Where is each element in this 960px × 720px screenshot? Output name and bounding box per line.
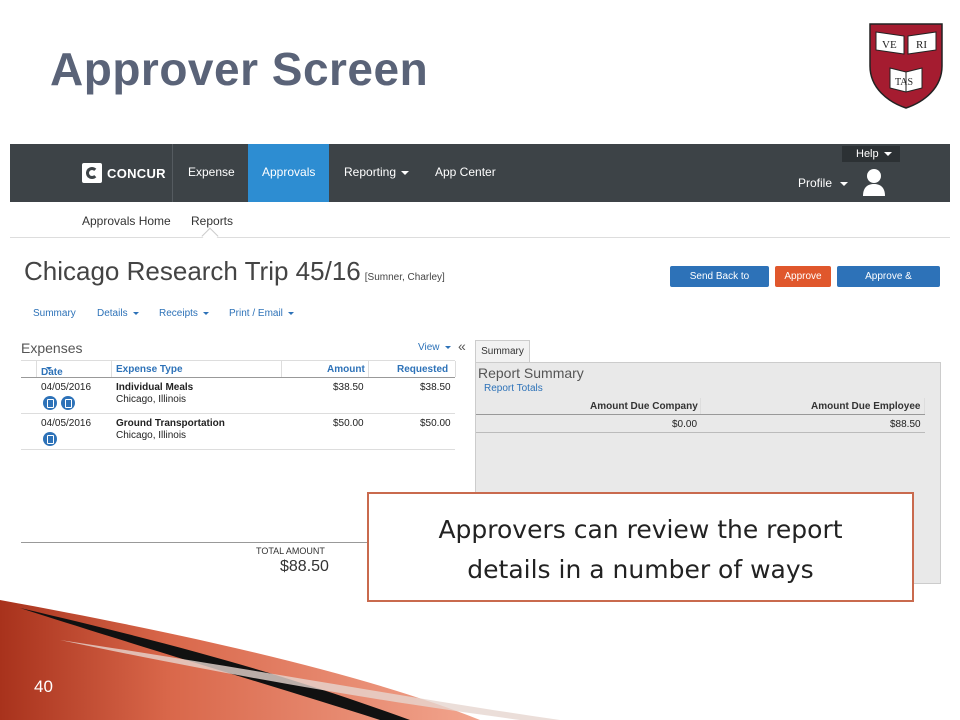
harvard-crest-icon: VE RI TAS [869, 23, 943, 109]
expense-requested: $38.50 [420, 382, 451, 393]
report-tabs: Summary Details Receipts Print / Email [10, 308, 470, 326]
nav-reporting-label: Reporting [344, 165, 397, 179]
tab-receipts[interactable]: Receipts [159, 308, 209, 319]
callout-line-1: Approvers can review the report [438, 515, 843, 544]
column-divider [368, 361, 369, 377]
nav-app-center[interactable]: App Center [421, 144, 510, 202]
approve-button[interactable]: Approve [775, 266, 831, 287]
chevron-down-icon [883, 152, 892, 157]
expense-date: 04/05/2016 [41, 382, 92, 393]
slide-title: Approver Screen [50, 43, 429, 95]
summary-header: Amount Due Company Amount Due Employee [476, 397, 925, 415]
subnav-approvals-home[interactable]: Approvals Home [82, 214, 171, 228]
chevron-down-icon [401, 170, 410, 175]
report-summary-title: Report Summary [478, 365, 584, 381]
tab-summary[interactable]: Summary [33, 308, 76, 319]
col-amount[interactable]: Amount [327, 364, 365, 375]
expense-amount: $38.50 [333, 382, 364, 393]
crest-text-ve: VE [882, 39, 897, 51]
expense-row[interactable]: 04/05/2016 Individual Meals Chicago, Ill… [21, 378, 455, 414]
crest-text-ri: RI [916, 39, 927, 51]
col-expense-type[interactable]: Expense Type [116, 364, 183, 375]
amount-due-employee: $88.50 [890, 419, 921, 430]
nav-approvals[interactable]: Approvals [248, 144, 330, 202]
expense-type: Ground Transportation [116, 418, 225, 429]
logo-text: CONCUR [107, 165, 166, 181]
slide: Approver Screen VE RI TAS CONCUR Expense… [0, 0, 960, 720]
callout-box: Approvers can review the report details … [367, 492, 914, 602]
amount-due-company: $0.00 [672, 419, 698, 430]
send-back-button[interactable]: Send Back to User [670, 266, 769, 303]
subnav-reports[interactable]: Reports [191, 214, 233, 228]
expense-row[interactable]: 04/05/2016 Ground Transportation Chicago… [21, 414, 455, 450]
total-amount-value: $88.50 [280, 558, 329, 575]
column-divider [36, 361, 37, 377]
profile-label: Profile [798, 176, 833, 190]
chevron-down-icon [444, 345, 451, 349]
total-amount-label: TOTAL AMOUNT [256, 546, 325, 556]
col-amount-due-company: Amount Due Company [590, 401, 698, 412]
expenses-title: Expenses [21, 340, 83, 356]
profile-menu[interactable]: Profile [798, 176, 849, 190]
view-label: View [418, 342, 440, 353]
column-divider [455, 361, 456, 377]
sort-down-icon [46, 367, 52, 370]
expense-location: Chicago, Illinois [116, 430, 187, 441]
collapse-panel-icon[interactable]: « [458, 338, 466, 354]
tab-details[interactable]: Details [97, 308, 139, 319]
col-requested[interactable]: Requested [397, 364, 448, 375]
nav-reporting[interactable]: Reporting [330, 144, 423, 202]
column-divider [924, 398, 925, 414]
avatar-icon[interactable] [862, 168, 886, 196]
concur-logo-icon [82, 163, 102, 183]
expense-type: Individual Meals [116, 382, 194, 393]
decorative-swoosh [0, 600, 560, 720]
summary-row: $0.00 $88.50 [476, 415, 925, 433]
receipt-icon[interactable] [43, 432, 57, 446]
report-user: [Sumner, Charley] [364, 272, 445, 283]
expenses-table: Date Expense Type Amount Requested 04/05… [21, 360, 456, 450]
nav-divider [172, 144, 173, 202]
crest-text-tas: TAS [895, 77, 913, 88]
sub-nav-bar: Approvals Home Reports [10, 202, 950, 238]
expense-location: Chicago, Illinois [116, 394, 187, 405]
tab-print-label: Print / Email [229, 308, 283, 319]
callout-line-2: details in a number of ways [467, 555, 814, 584]
expense-amount: $50.00 [333, 418, 364, 429]
column-divider [700, 398, 701, 414]
chevron-down-icon [132, 311, 139, 315]
column-divider [111, 361, 112, 377]
itemization-icon[interactable] [61, 396, 75, 410]
callout-text: Approvers can review the report details … [369, 510, 912, 590]
chevron-down-icon [202, 311, 209, 315]
tab-receipts-label: Receipts [159, 308, 198, 319]
receipt-icon[interactable] [43, 396, 57, 410]
expenses-header: Date Expense Type Amount Requested [21, 360, 456, 378]
tab-print-email[interactable]: Print / Email [229, 308, 294, 319]
chevron-down-icon [287, 311, 294, 315]
chevron-down-icon [840, 181, 849, 186]
view-menu[interactable]: View [418, 342, 451, 353]
nav-expense[interactable]: Expense [174, 144, 249, 202]
top-nav-bar: CONCUR Expense Approvals Reporting App C… [10, 144, 950, 202]
column-divider [281, 361, 282, 377]
col-amount-due-employee: Amount Due Employee [811, 401, 921, 412]
tab-details-label: Details [97, 308, 128, 319]
tab-summary-panel[interactable]: Summary [475, 340, 530, 362]
expense-requested: $50.00 [420, 418, 451, 429]
page-number: 40 [34, 677, 53, 696]
help-menu[interactable]: Help [842, 146, 900, 162]
report-title: Chicago Research Trip 45/16 [Sumner, Char… [24, 256, 445, 287]
expense-date: 04/05/2016 [41, 418, 92, 429]
report-totals-link[interactable]: Report Totals [484, 383, 543, 394]
help-label: Help [856, 148, 879, 160]
report-name: Chicago Research Trip 45/16 [24, 256, 361, 286]
concur-logo[interactable]: CONCUR [82, 162, 166, 184]
approve-forward-button[interactable]: Approve & Forward [837, 266, 940, 303]
